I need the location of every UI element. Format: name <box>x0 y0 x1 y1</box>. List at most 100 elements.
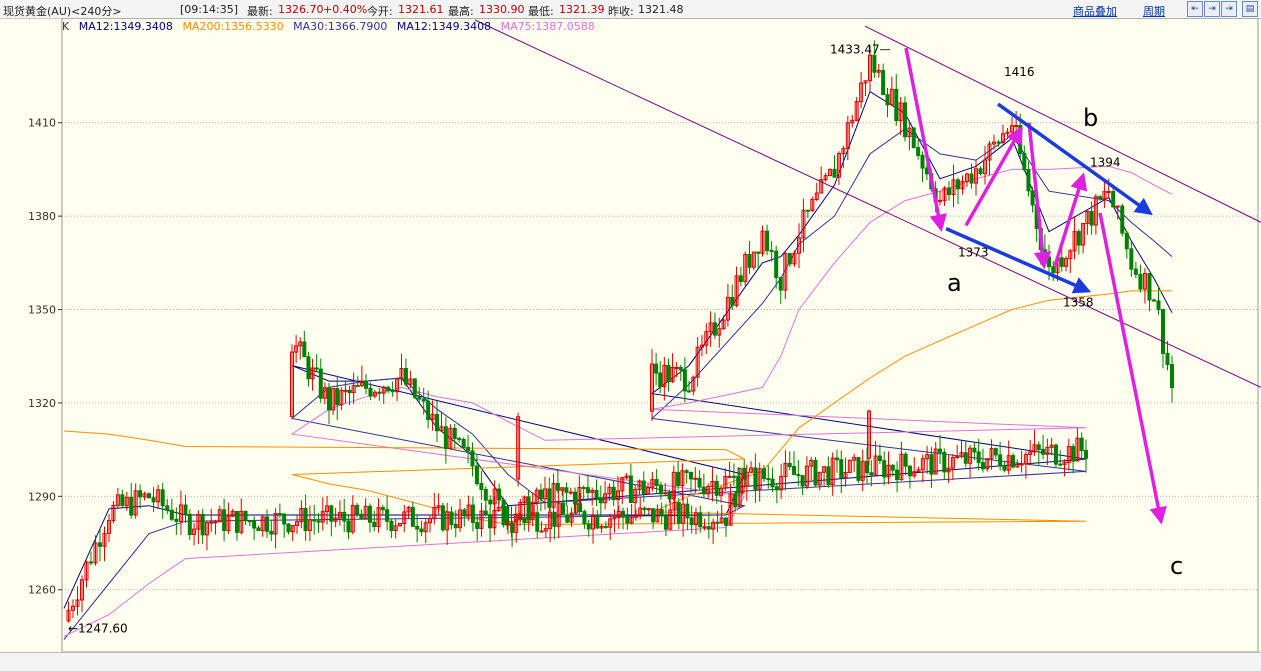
candle <box>810 196 815 212</box>
candle <box>299 500 304 529</box>
prevclose-value: 1321.48 <box>638 3 684 16</box>
candle <box>1019 450 1024 473</box>
candle <box>911 127 916 149</box>
candle <box>1093 193 1098 235</box>
candle <box>916 466 921 473</box>
candle <box>860 449 865 492</box>
candle <box>787 252 792 267</box>
candle <box>850 115 855 128</box>
candle <box>859 71 864 109</box>
candle <box>947 181 951 201</box>
candle <box>912 457 917 479</box>
candle <box>564 482 569 506</box>
candle <box>671 465 676 502</box>
candle <box>310 358 315 391</box>
candle <box>1079 432 1084 460</box>
candle <box>603 481 608 510</box>
candle <box>160 482 165 519</box>
legend-ma12: MA12:1349.3408 <box>78 20 173 33</box>
period-link[interactable]: 周期 <box>1143 3 1165 19</box>
candle <box>518 499 523 522</box>
candle <box>1075 427 1080 462</box>
candle <box>968 445 973 478</box>
candle <box>243 510 248 526</box>
candle <box>1041 434 1046 460</box>
candle <box>1165 341 1170 371</box>
candle <box>1049 437 1054 456</box>
candle <box>1064 256 1069 272</box>
candle <box>479 470 484 500</box>
candle <box>222 498 227 542</box>
candle <box>1071 443 1076 474</box>
candle <box>530 492 535 527</box>
y-tick-label: 1380 <box>28 210 56 223</box>
legend-ma12-dup: MA12:1349.3408 <box>396 20 492 33</box>
candle <box>676 461 681 490</box>
candle <box>298 337 303 360</box>
candle <box>903 96 907 142</box>
candle <box>183 495 188 523</box>
candle <box>976 438 981 471</box>
candle <box>955 444 960 460</box>
candle <box>415 515 420 543</box>
candle <box>714 475 719 504</box>
x-axis-bar <box>0 652 1261 671</box>
candle <box>457 437 462 443</box>
candle <box>751 251 756 271</box>
candle <box>364 374 368 395</box>
candle <box>479 502 484 537</box>
candle <box>907 465 912 489</box>
candle <box>107 514 111 542</box>
candle <box>1036 441 1041 465</box>
candle <box>685 498 690 531</box>
candle <box>725 283 730 327</box>
candle <box>942 186 947 206</box>
candle <box>538 483 543 512</box>
candle <box>826 456 831 488</box>
legend-ma30: MA30:1366.7900 <box>293 20 388 33</box>
candle <box>452 423 457 449</box>
candle <box>147 492 151 499</box>
candle <box>555 469 560 494</box>
candle <box>895 461 900 493</box>
candle <box>543 476 547 510</box>
candle <box>439 411 444 432</box>
candle <box>733 490 738 512</box>
candle <box>903 451 908 476</box>
candle <box>277 503 282 519</box>
candle <box>466 434 471 464</box>
candle <box>543 523 548 538</box>
wave-b-label: b <box>1083 104 1098 132</box>
candle <box>448 424 453 450</box>
overlay-link[interactable]: 商品叠加 <box>1073 3 1117 19</box>
candle <box>295 515 300 534</box>
candle <box>676 497 681 530</box>
candle <box>624 473 629 480</box>
candle <box>697 470 702 491</box>
candle <box>226 502 231 535</box>
candle <box>129 482 134 519</box>
candle <box>393 519 398 539</box>
candle <box>727 461 732 478</box>
candle <box>607 483 612 501</box>
legend-ma75: MA75:1387.0588 <box>500 20 595 33</box>
candle <box>899 441 904 481</box>
candle <box>719 504 724 524</box>
nav-next-icon[interactable]: ⇥ <box>1204 1 1220 17</box>
candle <box>731 463 736 486</box>
candle <box>711 518 716 544</box>
price-chart[interactable]: 126012901320135013801410240分071117202530… <box>0 18 1261 670</box>
candle <box>774 482 779 504</box>
candle <box>843 457 848 487</box>
nav-last-icon[interactable]: ⇥ <box>1221 1 1237 17</box>
candle <box>749 461 754 474</box>
candle <box>770 467 775 493</box>
candle <box>1001 124 1005 145</box>
level-1416-label: 1416 <box>1004 65 1035 79</box>
candle <box>728 483 733 526</box>
nav-first-icon[interactable]: ⇤ <box>1187 1 1203 17</box>
candle <box>423 519 428 544</box>
candle <box>174 507 179 535</box>
candle <box>666 358 671 392</box>
layout-toggle-icon[interactable]: ▤ <box>1242 1 1258 17</box>
